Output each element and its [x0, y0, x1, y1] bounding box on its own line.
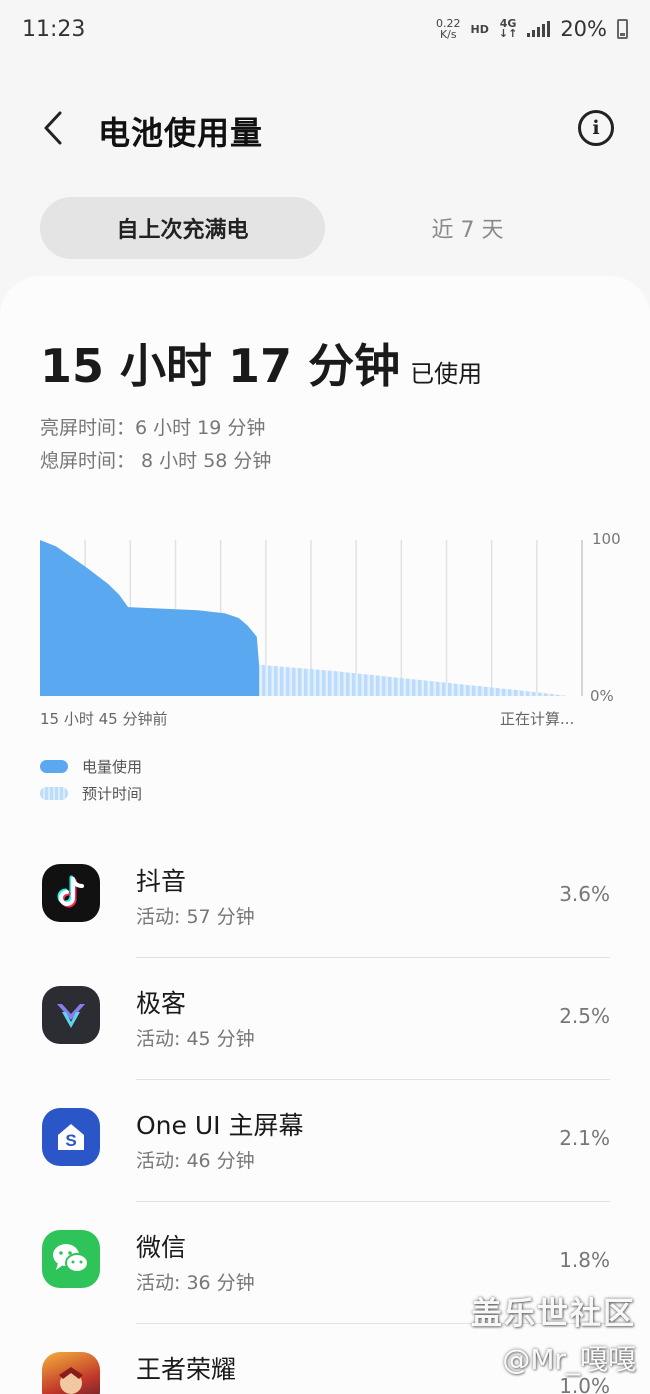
status-time: 11:23: [22, 16, 86, 42]
app-name: 极客: [136, 989, 187, 1018]
chart-ylabel-100: 100: [592, 530, 621, 548]
info-circle-icon: i: [592, 117, 600, 139]
network-speed: 0.22 K/s: [436, 18, 461, 40]
watermark-community: 盖乐世社区: [471, 1296, 636, 1332]
info-button[interactable]: i: [578, 110, 614, 146]
page-title: 电池使用量: [98, 114, 264, 152]
chart-ylabel-0: 0%: [590, 687, 614, 705]
app-percent: 2.5%: [559, 1004, 610, 1028]
app-name: One UI 主屏幕: [136, 1111, 304, 1140]
app-percent: 2.1%: [559, 1126, 610, 1150]
usage-suffix: 已使用: [410, 360, 483, 388]
legend-swatch-projection: [40, 787, 68, 800]
app-percent: 3.6%: [559, 882, 610, 906]
chart-series-projected: [259, 664, 569, 696]
app-row-douyin[interactable]: 抖音 活动: 57 分钟 3.6%: [0, 836, 650, 958]
back-button[interactable]: [36, 108, 70, 148]
oneui-home-icon: S: [42, 1108, 100, 1166]
geek-icon: [42, 986, 100, 1044]
network-type-icon: 4G ↓↑: [498, 18, 518, 40]
app-activity: 活动: 46 分钟: [136, 1150, 255, 1172]
usage-time: 15 小时 17 分钟: [40, 339, 401, 393]
watermark-author: @Mr_嘎嘎: [502, 1343, 636, 1376]
legend-label-usage: 电量使用: [82, 758, 143, 776]
app-name: 王者荣耀: [136, 1355, 237, 1384]
tab-last-7-days[interactable]: 近 7 天: [325, 197, 610, 259]
app-activity: 活动: 45 分钟: [136, 1028, 255, 1050]
status-bar: 11:23 0.22 K/s HD 4G ↓↑ 20%: [0, 0, 650, 58]
chevron-left-icon: [44, 111, 62, 145]
period-tabs: 自上次充满电 近 7 天: [40, 197, 610, 259]
tab-since-full-charge[interactable]: 自上次充满电: [40, 197, 325, 259]
app-name: 抖音: [136, 867, 187, 896]
usage-total: 15 小时 17 分钟 已使用: [40, 330, 482, 396]
app-row-geek[interactable]: 极客 活动: 45 分钟 2.5%: [0, 958, 650, 1080]
chart-end-label: 正在计算...: [500, 710, 575, 728]
hd-icon: HD: [470, 22, 489, 36]
legend-usage: 电量使用: [40, 756, 142, 777]
app-activity: 活动: 36 分钟: [136, 1272, 255, 1294]
honor-of-kings-icon: [42, 1352, 100, 1394]
app-percent: 1.8%: [559, 1248, 610, 1272]
oneui-home-icon-letter: S: [65, 1131, 77, 1150]
app-name: 微信: [136, 1233, 187, 1262]
chart-series-usage: [40, 540, 260, 696]
douyin-icon: [42, 864, 100, 922]
wechat-icon: [42, 1230, 100, 1288]
data-arrows-icon: ↓↑: [498, 27, 518, 40]
app-activity: 活动: 57 分钟: [136, 906, 255, 928]
chart-start-label: 15 小时 45 分钟前: [40, 710, 168, 728]
status-icons: 0.22 K/s HD 4G ↓↑ 20%: [436, 17, 628, 41]
network-speed-unit: K/s: [439, 28, 457, 41]
legend-projection: 预计时间: [40, 783, 142, 804]
legend-swatch-usage: [40, 760, 68, 773]
app-header: 电池使用量 i: [0, 96, 650, 160]
screen-on-time: 亮屏时间：6 小时 19 分钟: [40, 417, 266, 439]
battery-percent: 20%: [560, 17, 607, 41]
battery-chart: 100 0%: [40, 530, 621, 705]
screen-off-time: 熄屏时间： 8 小时 58 分钟: [40, 450, 272, 472]
battery-icon: [617, 19, 628, 39]
legend-label-projection: 预计时间: [82, 785, 143, 803]
app-row-oneui-home[interactable]: S One UI 主屏幕 活动: 46 分钟 2.1%: [0, 1080, 650, 1202]
signal-icon: [527, 21, 551, 37]
